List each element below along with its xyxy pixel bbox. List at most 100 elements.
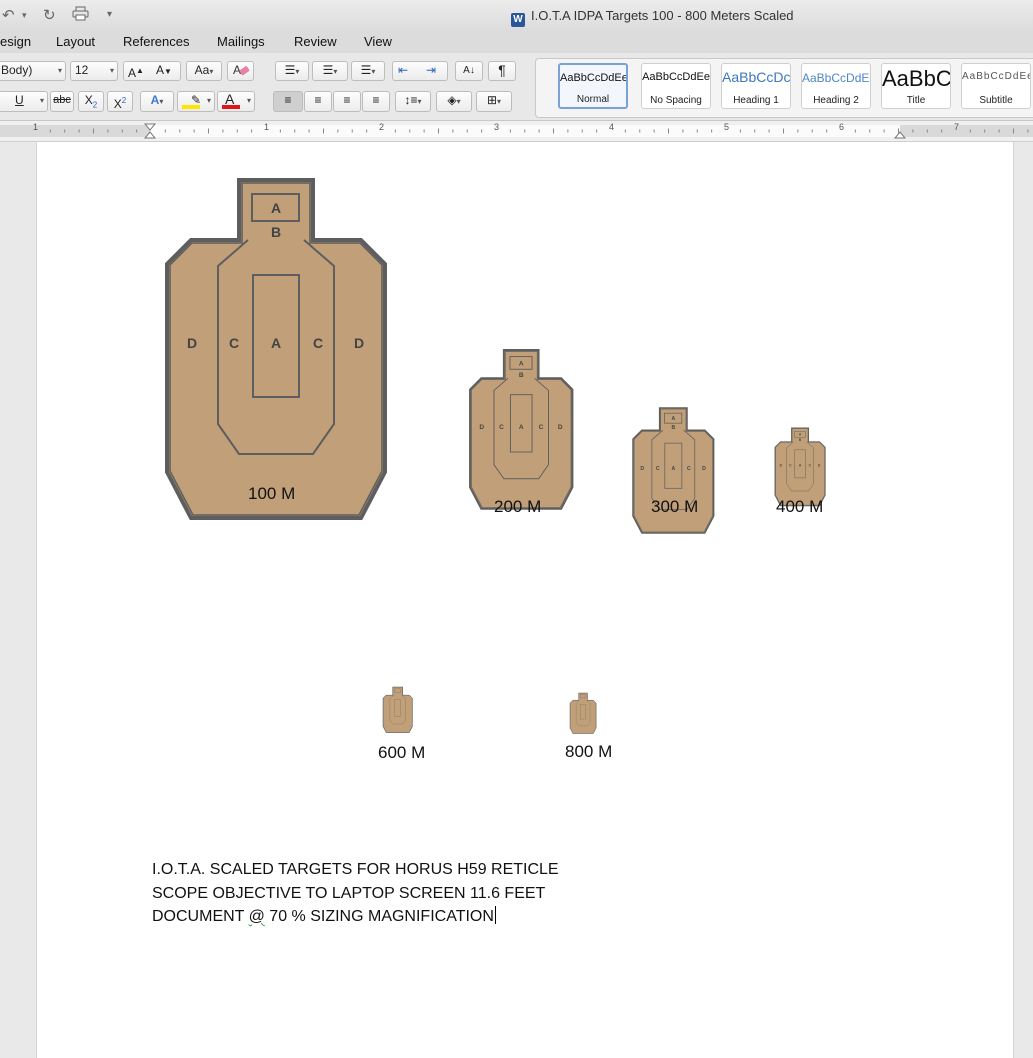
customize-toolbar-icon[interactable]: ▾ — [107, 9, 112, 20]
caption-200m: 200 M — [494, 497, 542, 516]
align-right-button[interactable]: ≡ — [333, 91, 361, 112]
tab-design[interactable]: esign — [0, 34, 31, 49]
underline-label: U — [15, 93, 24, 107]
show-formatting-button[interactable]: ¶ — [488, 61, 516, 81]
align-left-button[interactable]: ≡ — [273, 91, 303, 112]
decrease-indent-icon[interactable]: ⇤ — [398, 62, 408, 79]
font-color-button[interactable]: A ▾ — [217, 91, 255, 112]
borders-icon: ⊞ — [486, 93, 498, 107]
document-page[interactable]: ABDCACDABDCACDABDCACDABDCACD 100 M 200 M… — [36, 142, 1014, 1058]
undo-icon[interactable]: ↶ — [2, 6, 15, 24]
redo-icon[interactable]: ↻ — [43, 6, 56, 24]
style-name: Heading 1 — [733, 95, 779, 106]
ruler-number: 5 — [724, 122, 730, 132]
zone-b-label: B — [671, 425, 675, 431]
chevron-down-icon: ▾ — [456, 97, 461, 106]
style-name: Subtitle — [979, 95, 1013, 106]
sort-button[interactable]: A↓ — [455, 61, 483, 81]
chevron-down-icon: ▾ — [497, 97, 502, 106]
tab-mailings[interactable]: Mailings — [217, 34, 265, 49]
tab-references[interactable]: References — [123, 34, 189, 49]
underline-button[interactable]: U ▾ — [0, 91, 48, 112]
superscript-digit: 2 — [121, 96, 127, 105]
justify-button[interactable]: ≡ — [362, 91, 390, 112]
zone-c-label: C — [687, 466, 691, 472]
clear-formatting-button[interactable]: A — [227, 61, 254, 81]
numbering-button[interactable]: ☰▾ — [312, 61, 348, 81]
undo-dropdown-icon[interactable]: ▾ — [22, 10, 27, 21]
ruler-number: 7 — [954, 122, 960, 132]
zone-d-label: D — [702, 466, 706, 472]
font-size-group: A▲ A▼ — [123, 61, 181, 81]
zone-a-label: A — [671, 416, 675, 422]
bullet-list-icon: ☰ — [284, 63, 296, 77]
ruler-number: 3 — [494, 122, 500, 132]
line-spacing-button[interactable]: ↕≡▾ — [395, 91, 431, 112]
shading-button[interactable]: ◈▾ — [436, 91, 472, 112]
style-name: Heading 2 — [813, 95, 859, 106]
style-normal[interactable]: AaBbCcDdEe Normal — [558, 63, 628, 109]
pilcrow-icon: ¶ — [498, 62, 506, 78]
text-line-2: SCOPE OBJECTIVE TO LAPTOP SCREEN 11.6 FE… — [152, 884, 546, 902]
bullets-button[interactable]: ☰▾ — [275, 61, 309, 81]
word-doc-icon: W — [511, 13, 525, 27]
subscript-button[interactable]: X2 — [78, 91, 104, 112]
zone-d-label: D — [479, 424, 484, 431]
change-case-button[interactable]: Aa▾ — [186, 61, 222, 81]
multilevel-list-button[interactable]: ☰▾ — [351, 61, 385, 81]
tab-layout[interactable]: Layout — [56, 34, 95, 49]
style-heading-1[interactable]: AaBbCcDc Heading 1 — [721, 63, 791, 109]
chevron-down-icon: ▾ — [371, 67, 376, 76]
font-color-swatch — [222, 105, 240, 109]
window-title-text: I.O.T.A IDPA Targets 100 - 800 Meters Sc… — [531, 8, 794, 23]
style-subtitle[interactable]: AaBbCcDdEe Subtitle — [961, 63, 1031, 109]
target-600m — [382, 686, 413, 733]
title-bar: ↶ ▾ ↻ ▾ W I.O.T.A IDPA Targets 100 - 800 … — [0, 0, 1033, 32]
grow-font-button[interactable]: A▲ — [128, 62, 144, 82]
style-name: Title — [906, 95, 926, 106]
style-title[interactable]: AaBbC Title — [881, 63, 951, 109]
align-center-button[interactable]: ≡ — [304, 91, 332, 112]
multilevel-list-icon: ☰ — [360, 63, 372, 77]
target-200m: ABD C A C D — [469, 349, 574, 510]
increase-indent-icon[interactable]: ⇥ — [426, 62, 436, 79]
caption-300m: 300 M — [651, 497, 699, 516]
document-text[interactable]: I.O.T.A. SCALED TARGETS FOR HORUS H59 RE… — [152, 858, 559, 929]
zone-c-label: C — [229, 335, 239, 351]
zone-d-label: D — [558, 424, 563, 431]
chevron-down-icon: ▾ — [206, 96, 211, 105]
chevron-down-icon: ▾ — [159, 97, 164, 106]
text-cursor — [494, 906, 496, 924]
justify-icon: ≡ — [372, 93, 380, 107]
style-no-spacing[interactable]: AaBbCcDdEe No Spacing — [641, 63, 711, 109]
zone-c-label: C — [313, 335, 323, 351]
shrink-font-button[interactable]: A▼ — [156, 62, 172, 80]
zone-d-label: D — [640, 466, 644, 472]
text-line-1: I.O.T.A. SCALED TARGETS FOR HORUS H59 RE… — [152, 861, 559, 878]
style-sample: AaBbCcDdEe — [560, 72, 628, 84]
font-size-select[interactable]: 12 ▾ — [70, 61, 118, 81]
text-line-3-end: 70 % SIZING MAGNIFICATION — [264, 908, 494, 925]
font-name-select[interactable]: Body) ▾ — [0, 61, 66, 81]
window-title: W I.O.T.A IDPA Targets 100 - 800 Meters S… — [511, 8, 794, 27]
chevron-down-icon: ▾ — [109, 66, 114, 75]
ruler-number: 4 — [609, 122, 615, 132]
text-effects-button[interactable]: A▾ — [140, 91, 174, 112]
highlight-button[interactable]: ✎ ▾ — [177, 91, 215, 112]
styles-gallery: AaBbCcDdEe Normal AaBbCcDdEe No Spacing Aa… — [535, 58, 1033, 118]
style-heading-2[interactable]: AaBbCcDdEe Heading 2 — [801, 63, 871, 109]
tab-view[interactable]: View — [364, 34, 392, 49]
chevron-down-icon: ▾ — [417, 97, 422, 106]
borders-button[interactable]: ⊞▾ — [476, 91, 512, 112]
zone-d-label: D — [187, 335, 197, 351]
zone-a-label: A — [519, 424, 524, 431]
strikethrough-button[interactable]: abc — [50, 91, 74, 112]
tab-review[interactable]: Review — [294, 34, 337, 49]
print-icon[interactable] — [72, 6, 89, 25]
zone-b-label: B — [271, 224, 281, 240]
style-sample: AaBbCcDc — [722, 69, 791, 85]
horizontal-ruler[interactable]: 1 1 2 3 4 5 6 7 — [0, 121, 1033, 142]
target-400m: ABD C A C D — [774, 427, 826, 507]
font-name-value: Body) — [1, 63, 33, 77]
superscript-button[interactable]: X2 — [107, 91, 133, 112]
